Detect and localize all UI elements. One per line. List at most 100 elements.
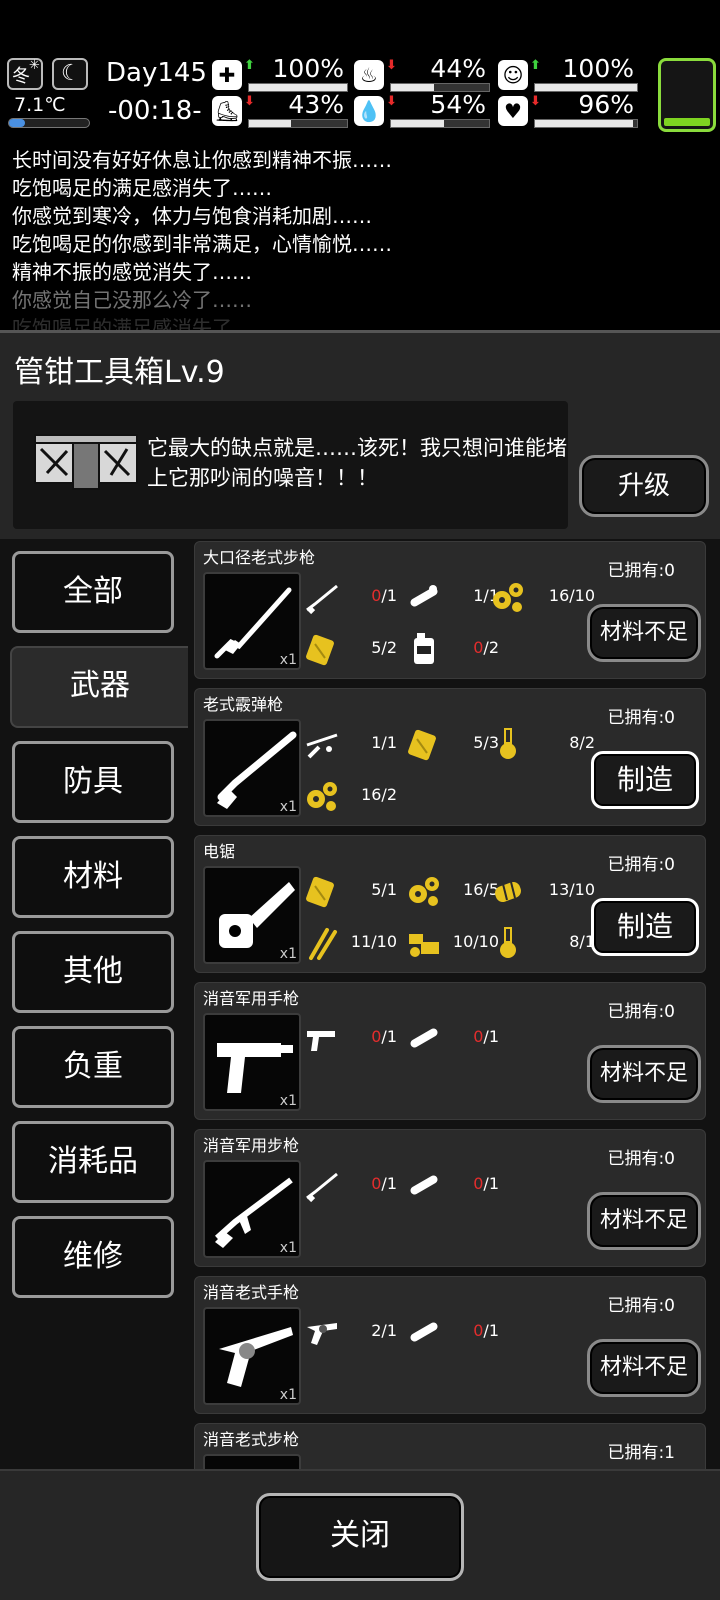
material-have: 5 [371,638,382,657]
gears-icon [405,872,443,910]
insufficient-materials-button[interactable]: 材料不足 [587,1192,701,1250]
category-tab-2[interactable]: 防具 [12,741,174,823]
category-tab-1[interactable]: 武器 [10,646,188,728]
material-need: /1 [381,733,397,752]
recipe-image: x1 [203,719,301,817]
recipe-card[interactable]: 电锯 x1 已拥有:0 制造 5/1 16/5 13/10 11/10 10/10 8/1 [194,835,706,973]
recipe-quantity: x1 [279,1240,297,1256]
category-tab-6[interactable]: 消耗品 [12,1121,174,1203]
gears-icon [489,578,527,616]
stat-thirst: 💧 ⬇ 54% [354,90,490,128]
stat-bar-fill [391,84,435,91]
material-count: 16/10 [549,586,595,605]
material-have: 16 [361,785,382,804]
stat-bar [248,119,348,128]
material-requirement: 16/10 [489,576,599,616]
material-count: 0/1 [371,1174,397,1193]
owned-count: 已拥有:0 [607,1149,675,1169]
material-need: /1 [381,880,397,899]
material-count: 8/1 [569,932,595,951]
rifle-part-icon [303,578,341,616]
category-tab-0[interactable]: 全部 [12,551,174,633]
material-have: 0 [371,1027,382,1046]
stat-value: 54% [430,90,486,119]
insufficient-materials-button[interactable]: 材料不足 [587,1045,701,1103]
snowflake-icon: 冬 ✳ [7,58,43,90]
blades-icon [303,924,341,962]
material-have: 16 [548,586,570,605]
owned-count: 已拥有:0 [607,855,675,875]
recipe-name: 电锯 [203,842,236,861]
arrow-down-icon: ⬇ [386,58,397,73]
material-need: /2 [381,785,397,804]
material-have: 0 [473,1174,484,1193]
material-have: 0 [473,1321,484,1340]
material-requirement: 0/2 [405,628,503,668]
material-have: 13 [548,880,570,899]
material-requirement: 8/1 [489,922,599,962]
rifle-part-icon [303,1166,341,1204]
toolbox-icon [34,434,138,490]
craft-button[interactable]: 制造 [591,751,699,809]
material-have: 16 [463,880,484,899]
stat-bar-fill [535,120,633,127]
material-need: /1 [579,932,595,951]
material-count: 0/1 [473,1321,499,1340]
log-line: 你感觉到寒冷，体力与饱食消耗加剧…… [12,204,372,228]
recipe-name: 消音老式步枪 [203,1430,300,1449]
silencer-icon [405,1019,443,1057]
craft-button[interactable]: 制造 [591,898,699,956]
close-button[interactable]: 关闭 [256,1493,464,1581]
temperature-bar [8,118,90,128]
recipe-name: 大口径老式步枪 [203,548,316,567]
plate-icon [405,725,443,763]
insufficient-materials-button[interactable]: 材料不足 [587,1339,701,1397]
message-log: 长时间没有好好休息让你感到精神不振…… 吃饱喝足的满足感消失了…… 你感觉到寒冷，体… [0,140,720,330]
material-need: /1 [381,1027,397,1046]
recipe-card[interactable]: 消音军用步枪 x1 已拥有:0 材料不足 0/1 0/1 [194,1129,706,1267]
material-need: /1 [381,586,397,605]
material-requirement: 0/1 [405,1017,503,1057]
material-requirement: 0/1 [303,576,401,616]
recipe-image: x1 [203,572,301,670]
material-need: /1 [483,1321,499,1340]
recipe-card[interactable]: 消音军用手枪 x1 已拥有:0 材料不足 0/1 0/1 [194,982,706,1120]
recipe-card[interactable]: 老式霰弹枪 x1 已拥有:0 制造 1/1 5/3 8/2 16/2 [194,688,706,826]
category-tab-5[interactable]: 负重 [12,1026,174,1108]
recipe-list[interactable]: 大口径老式步枪 x1 已拥有:0 材料不足 0/1 1/1 16/10 5/2 0/2 老式霰弹枪… [190,539,720,1469]
recipe-quantity: x1 [279,799,297,815]
recipe-name: 消音军用手枪 [203,989,300,1008]
stat-stamina: ⛸ ⬇ 43% [212,90,348,128]
flask-icon [489,725,527,763]
arrow-down-icon: ⬇ [386,94,397,109]
log-line: 精神不振的感觉消失了…… [12,260,252,284]
upgrade-button[interactable]: 升级 [579,455,709,517]
stat-bar [390,119,490,128]
description-box: 它最大的缺点就是……该死！我只想问谁能堵上它那吵闹的噪音！！！ [13,401,568,529]
silencer-icon [405,1313,443,1351]
recipe-card[interactable]: 消音老式步枪 x1 已拥有:1 [194,1423,706,1469]
material-requirement: 0/1 [405,1311,503,1351]
recipe-card[interactable]: 大口径老式步枪 x1 已拥有:0 材料不足 0/1 1/1 16/10 5/2 0/2 [194,541,706,679]
material-have: 0 [473,638,484,657]
material-have: 1 [473,586,484,605]
recipe-card[interactable]: 消音老式手枪 x1 已拥有:0 材料不足 2/1 0/1 [194,1276,706,1414]
material-count: 16/2 [361,785,397,804]
category-tab-4[interactable]: 其他 [12,931,174,1013]
stat-mood: ☺ ⬆ 100% [498,54,638,92]
category-tab-7[interactable]: 维修 [12,1216,174,1298]
gears-icon [303,777,341,815]
insufficient-materials-button[interactable]: 材料不足 [587,604,701,662]
silencer-icon [405,1166,443,1204]
recipe-quantity: x1 [279,946,297,962]
panel-title: 管钳工具箱Lv.9 [14,355,225,390]
material-have: 5 [473,733,484,752]
material-count: 5/2 [371,638,397,657]
recipe-name: 消音老式手枪 [203,1283,300,1302]
arrow-up-icon: ⬆ [244,58,255,73]
category-tab-3[interactable]: 材料 [12,836,174,918]
gun-parts-icon [303,725,341,763]
material-requirement: 1/1 [303,723,401,763]
owned-count: 已拥有:0 [607,708,675,728]
stat-bar-fill [391,120,444,127]
